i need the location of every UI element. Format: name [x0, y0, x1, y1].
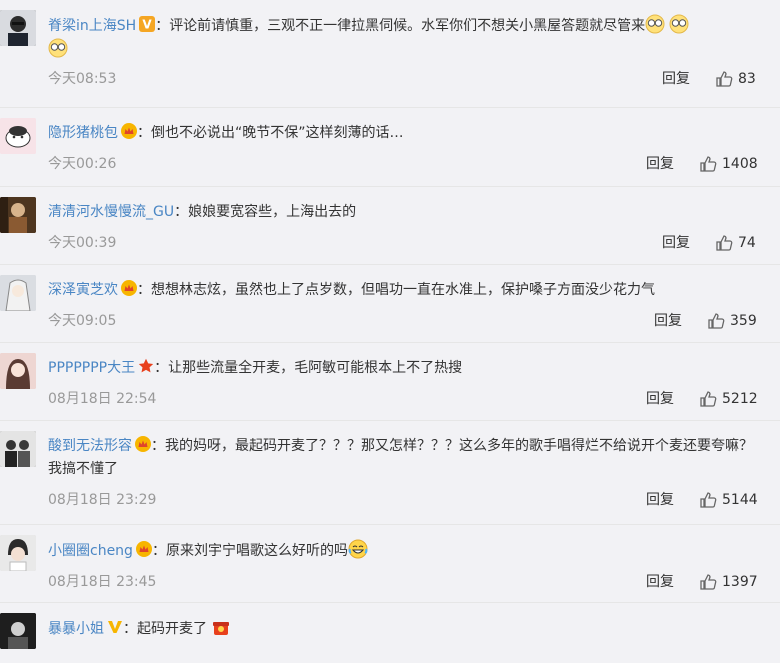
comment-footer: 今天08:53 回复 83: [48, 64, 780, 94]
comment-footer: 今天09:05 回复 359: [48, 306, 780, 336]
like-count: 83: [738, 71, 756, 87]
comment-body: 原来刘宇宁唱歌这么好听的吗: [165, 543, 348, 559]
like-button[interactable]: 83: [715, 64, 756, 94]
comment-item: 隐形猪桃包 ：倒也不必说出“晚节不保”这样刻薄的话… 今天00:26 回复 140…: [0, 108, 780, 187]
comment-text: 隐形猪桃包 ：倒也不必说出“晚节不保”这样刻薄的话…: [48, 123, 404, 141]
laugh-cry-emoji: [348, 539, 368, 559]
comment-text: 酸到无法形容 ：我的妈呀，最起码开麦了？？？那又怎样？？？这么多年的歌手唱得烂不给…: [48, 436, 753, 477]
like-button[interactable]: 359: [707, 306, 757, 336]
comment-item: PPPPPPP大王 ：让那些流量全开麦，毛阿敏可能根本上不了热搜 08月18日 2…: [0, 343, 780, 421]
comment-username[interactable]: 酸到无法形容: [48, 438, 132, 454]
avatar[interactable]: [0, 275, 36, 311]
like-button[interactable]: 5144: [699, 485, 758, 515]
comment-body: 娘娘要宽容些，上海出去的: [188, 204, 357, 220]
vip-v-yellow-icon: [107, 619, 123, 635]
crown-icon: [135, 436, 151, 452]
reply-button[interactable]: 回复: [662, 228, 690, 258]
comment-item: 脊梁in上海SH V ：评论前请慎重，三观不正一律拉黑伺候。水军你们不想关小黑屋答题…: [0, 0, 780, 108]
avatar[interactable]: [0, 431, 36, 467]
avatar[interactable]: [0, 118, 36, 154]
reply-button[interactable]: 回复: [646, 567, 674, 597]
comment-text: PPPPPPP大王 ：让那些流量全开麦，毛阿敏可能根本上不了热搜: [48, 358, 463, 376]
comment-username[interactable]: PPPPPPP大王: [48, 360, 135, 376]
glasses-face-emoji: [48, 38, 68, 58]
thumbs-up-icon: [700, 391, 717, 407]
avatar[interactable]: [0, 10, 36, 46]
avatar[interactable]: [0, 535, 36, 571]
comment-item: 酸到无法形容 ：我的妈呀，最起码开麦了？？？那又怎样？？？这么多年的歌手唱得烂不给…: [0, 421, 780, 525]
like-button[interactable]: 1408: [699, 149, 758, 179]
comment-time: 今天09:05: [48, 313, 117, 329]
comment-text: 清清河水慢慢流_GU：娘娘要宽容些，上海出去的: [48, 204, 357, 220]
comment-username[interactable]: 隐形猪桃包: [48, 125, 118, 141]
comment-footer: 今天00:39 回复 74: [48, 228, 780, 258]
crown-icon: [135, 541, 152, 557]
thumbs-up-icon: [716, 235, 733, 251]
like-count: 5144: [722, 492, 758, 508]
comment-list: 脊梁in上海SH V ：评论前请慎重，三观不正一律拉黑伺候。水军你们不想关小黑屋答题…: [0, 0, 780, 663]
avatar[interactable]: [0, 353, 36, 389]
crown-icon: [121, 123, 137, 139]
comment-item: 深泽寅芝欢 ：想想林志炫，虽然也上了点岁数，但唱功一直在水准上，保护嗓子方面没少花…: [0, 265, 780, 343]
reply-button[interactable]: 回复: [654, 306, 682, 336]
comment-time: 08月18日 23:29: [48, 492, 157, 508]
glasses-face-emoji: [669, 14, 689, 34]
thumbs-up-icon: [700, 492, 717, 508]
comment-text: 深泽寅芝欢 ：想想林志炫，虽然也上了点岁数，但唱功一直在水准上，保护嗓子方面没少花…: [48, 280, 655, 298]
like-count: 5212: [722, 391, 758, 407]
comment-username[interactable]: 脊梁in上海SH: [48, 18, 136, 34]
comment-body: 让那些流量全开麦，毛阿敏可能根本上不了热搜: [168, 360, 463, 376]
vip-v-orange-icon: V: [139, 16, 156, 32]
comment-time: 今天00:26: [48, 156, 117, 172]
thumbs-up-icon: [716, 71, 733, 87]
comment-body: 倒也不必说出“晚节不保”这样刻薄的话…: [151, 125, 404, 141]
comment-username[interactable]: 暴暴小姐: [48, 621, 104, 637]
comment-time: 08月18日 22:54: [48, 391, 157, 407]
like-button[interactable]: 74: [715, 228, 756, 258]
comment-time: 08月18日 23:45: [48, 574, 157, 590]
comment-body: 起码开麦了: [137, 621, 207, 637]
comment-item: 小圈圈cheng ：原来刘宇宁唱歌这么好听的吗 08月18日 23:45 回复 1…: [0, 525, 780, 603]
comment-username[interactable]: 深泽寅芝欢: [48, 282, 118, 298]
thumbs-up-icon: [708, 313, 725, 329]
comment-item: 清清河水慢慢流_GU：娘娘要宽容些，上海出去的 今天00:39 回复 74: [0, 187, 780, 265]
like-count: 1397: [722, 574, 758, 590]
like-count: 359: [730, 313, 757, 329]
like-button[interactable]: 1397: [699, 567, 758, 597]
comment-username[interactable]: 小圈圈cheng: [48, 543, 133, 559]
red-gift-emoji: [211, 617, 231, 637]
comment-text: 暴暴小姐 ：起码开麦了: [48, 603, 766, 641]
comment-footer: 08月18日 23:29 回复 5144: [48, 485, 780, 515]
comment-text: 小圈圈cheng ：原来刘宇宁唱歌这么好听的吗: [48, 525, 766, 563]
glasses-face-emoji: [645, 14, 665, 34]
reply-button[interactable]: 回复: [646, 485, 674, 515]
comment-body: 评论前请慎重，三观不正一律拉黑伺候。水军你们不想关小黑屋答题就尽管来: [169, 18, 646, 34]
comment-time: 今天08:53: [48, 71, 117, 87]
comment-footer: 08月18日 23:45 回复 1397: [48, 567, 780, 597]
comment-username[interactable]: 清清河水慢慢流_GU: [48, 204, 174, 220]
comment-text: 脊梁in上海SH V ：评论前请慎重，三观不正一律拉黑伺候。水军你们不想关小黑屋答题…: [48, 0, 766, 62]
thumbs-up-icon: [700, 574, 717, 590]
reply-button[interactable]: 回复: [646, 384, 674, 414]
svg-text:V: V: [143, 18, 153, 32]
comment-body: 想想林志炫，虽然也上了点岁数，但唱功一直在水准上，保护嗓子方面没少花力气: [151, 282, 655, 298]
reply-button[interactable]: 回复: [646, 149, 674, 179]
comment-footer: 今天00:26 回复 1408: [48, 149, 780, 179]
thumbs-up-icon: [700, 156, 717, 172]
comment-item: 暴暴小姐 ：起码开麦了: [0, 603, 780, 663]
comment-time: 今天00:39: [48, 235, 117, 251]
crown-icon: [121, 280, 137, 296]
star-badge-icon: [138, 358, 154, 374]
like-count: 74: [738, 235, 756, 251]
comment-footer: 08月18日 22:54 回复 5212: [48, 384, 780, 414]
reply-button[interactable]: 回复: [662, 64, 690, 94]
avatar[interactable]: [0, 613, 36, 649]
like-button[interactable]: 5212: [699, 384, 758, 414]
avatar[interactable]: [0, 197, 36, 233]
like-count: 1408: [722, 156, 758, 172]
